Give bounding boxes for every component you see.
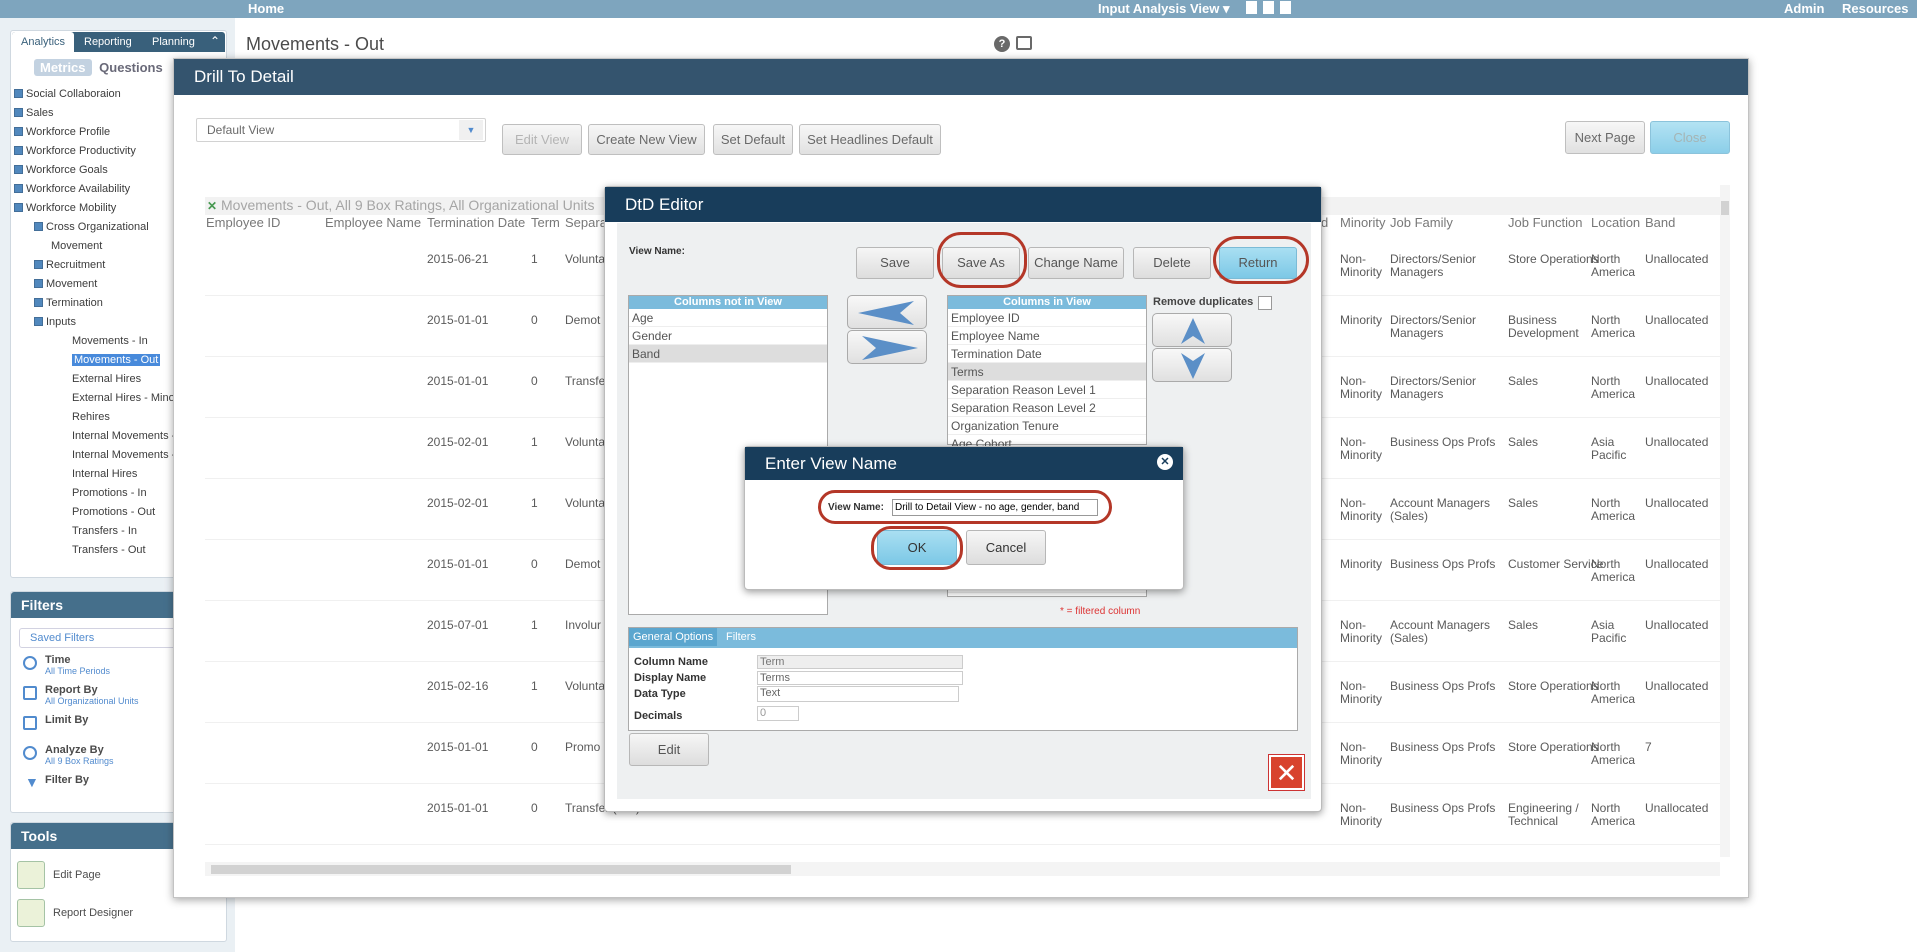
arrow-left-icon	[858, 301, 914, 325]
list-item[interactable]: Terms	[948, 363, 1146, 381]
dtd-title: DtD Editor	[605, 187, 1321, 222]
move-left-button[interactable]	[847, 295, 927, 329]
edit-button[interactable]: Edit	[629, 733, 709, 766]
display-name-label: Display Name	[634, 672, 707, 684]
change-name-button[interactable]: Change Name	[1028, 247, 1124, 279]
highlight-save-as	[937, 232, 1027, 288]
decimals-stepper[interactable]: 0	[757, 706, 799, 721]
tab-filters[interactable]: Filters	[722, 628, 760, 646]
exit-icon[interactable]: ✕	[1268, 754, 1305, 791]
decimals-label: Decimals	[634, 710, 683, 722]
highlight-ok	[871, 526, 963, 570]
list-item[interactable]: Gender	[629, 327, 827, 345]
arrow-down-icon	[1181, 353, 1205, 379]
list-item[interactable]: Termination Date	[948, 345, 1146, 363]
list-header: Columns not in View	[629, 296, 827, 309]
move-down-button[interactable]	[1152, 348, 1232, 382]
move-up-button[interactable]	[1152, 313, 1232, 347]
list-item[interactable]: Band	[629, 345, 827, 363]
list-item[interactable]: Employee Name	[948, 327, 1146, 345]
tab-general-options[interactable]: General Options	[629, 628, 718, 646]
filtered-note: * = filtered column	[1060, 606, 1141, 617]
highlight-return	[1213, 236, 1309, 284]
remove-duplicates-checkbox[interactable]	[1258, 296, 1272, 310]
enter-view-name-title: Enter View Name	[745, 447, 1183, 480]
list-item[interactable]: Separation Reason Level 2	[948, 399, 1146, 417]
list-item[interactable]: Organization Tenure	[948, 417, 1146, 435]
remove-duplicates-label: Remove duplicates	[1153, 296, 1254, 308]
arrow-right-icon	[862, 336, 918, 360]
save-button[interactable]: Save	[856, 247, 934, 279]
columns-in-view-list[interactable]: Columns in View Employee ID Employee Nam…	[947, 295, 1147, 453]
list-item[interactable]: Employee ID	[948, 309, 1146, 327]
column-name-label: Column Name	[634, 656, 708, 668]
list-header: Columns in View	[948, 296, 1146, 309]
list-item[interactable]: Age	[629, 309, 827, 327]
list-item[interactable]: Separation Reason Level 1	[948, 381, 1146, 399]
cancel-button[interactable]: Cancel	[966, 530, 1046, 565]
arrow-up-icon	[1181, 318, 1205, 344]
column-name-field: Term	[757, 655, 963, 669]
dtd-view-name-label: View Name:	[629, 246, 685, 257]
display-name-input[interactable]: Terms	[757, 671, 963, 685]
data-type-select[interactable]: Text	[757, 686, 959, 702]
data-type-label: Data Type	[634, 688, 686, 700]
move-right-button[interactable]	[847, 330, 927, 364]
close-icon[interactable]: ✕	[1157, 454, 1173, 470]
delete-button[interactable]: Delete	[1133, 247, 1211, 279]
highlight-view-name	[818, 490, 1112, 524]
